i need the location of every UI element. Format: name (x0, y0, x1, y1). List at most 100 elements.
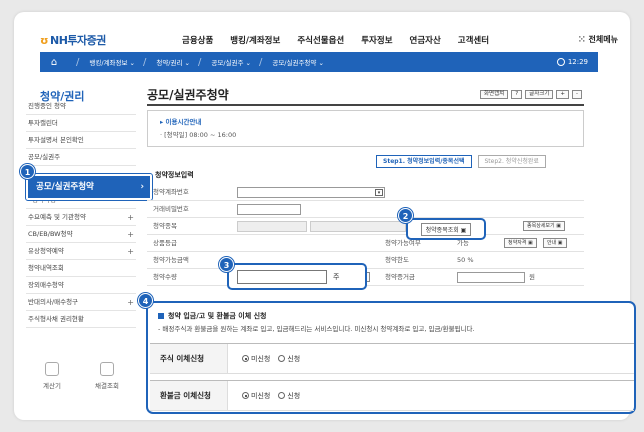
calculator-button[interactable]: 계산기 (43, 362, 61, 390)
quick-label: 채결조회 (95, 382, 119, 390)
password-label: 거래비밀번호 (153, 205, 189, 213)
nav-item-pension[interactable]: 연금자산 (410, 34, 441, 46)
plus-icon: + (127, 230, 134, 239)
limit-label: 청약가능금액 (153, 256, 189, 264)
step-1: Step1. 청약정보입력/종목선택 (376, 155, 472, 168)
deposit-label: 청약증거금 (385, 273, 415, 281)
trade-lookup-button[interactable]: 채결조회 (95, 362, 119, 390)
qty-label: 청약수량 (153, 273, 177, 281)
breadcrumb-item-rights[interactable]: 청약/권리 ⌄ (156, 57, 190, 67)
nav-item-banking[interactable]: 뱅킹/계좌정보 (230, 34, 280, 46)
sidebar-item[interactable]: 수요예측 및 기관청약 + (26, 209, 136, 226)
transfer-description: - 배정주식과 환불금을 원하는 계좌로 입고, 입금해드리는 서비스입니다. … (158, 325, 475, 333)
guide-button[interactable]: 안내 ▣ (543, 238, 567, 248)
item-code-field (237, 221, 307, 232)
sidebar-item[interactable]: 장외매수청약 (26, 277, 136, 294)
session-timer[interactable]: 12:29 (556, 58, 588, 66)
stock-transfer-no-radio[interactable]: 미신청 (242, 344, 270, 374)
sidebar-item[interactable]: CB/EB/BW청약 + (26, 226, 136, 243)
refund-transfer-yes-radio[interactable]: 신청 (278, 381, 300, 411)
item-name-field (310, 221, 406, 232)
all-menu-label: 전체메뉴 (588, 35, 618, 44)
breadcrumb-bar: ⌂ / 뱅킹/계좌정보 ⌄ / 청약/권리 ⌄ / 공모/실권주 ⌄ / 공모/… (40, 52, 598, 72)
sidebar-item-label: CB/EB/BW청약 (28, 230, 73, 238)
sidebar-item-label: 수요예측 및 기관청약 (28, 213, 86, 221)
row-item: 청약종목 종목상세보기 ▣ (147, 218, 584, 235)
deposit-unit: 원 (529, 273, 535, 281)
help-button[interactable]: ? (511, 90, 523, 99)
sidebar-item[interactable]: 공모/실권주 (26, 149, 136, 166)
breadcrumb-item-ipo-subscription[interactable]: 공모/실권주청약 ⌄ (272, 57, 324, 67)
account-select[interactable]: ▾ (237, 187, 385, 198)
stock-transfer-yes-radio[interactable]: 신청 (278, 344, 300, 374)
password-input[interactable] (237, 204, 301, 215)
nav-item-stocks[interactable]: 주식선물옵션 (297, 34, 344, 46)
stock-transfer-row: 주식 이체신청 미신청 신청 (150, 344, 634, 374)
logo-text: NH투자증권 (50, 34, 106, 47)
breadcrumb-item-banking[interactable]: 뱅킹/계좌정보 ⌄ (89, 57, 135, 67)
item-label: 청약종목 (153, 222, 177, 230)
sidebar-item[interactable]: 투자캘린더 (26, 115, 136, 132)
sidebar-item[interactable]: 진행중인 청약 (26, 98, 136, 115)
breadcrumb-separator: / (197, 56, 202, 68)
sidebar-item-label: 주식형사채 권리현황 (28, 315, 84, 323)
radio-icon (242, 355, 249, 362)
refund-transfer-radios: 미신청 신청 (242, 381, 300, 410)
sidebar-item-active[interactable]: 공모/실권주청약 › (25, 173, 153, 201)
logo-mark-icon: ʊ (40, 34, 49, 47)
nav-item-products[interactable]: 금융상품 (182, 34, 213, 46)
limit2-value: 50 % (457, 256, 474, 264)
quantity-input[interactable] (237, 270, 327, 284)
notice-heading-text: 이용시간안내 (165, 118, 202, 126)
limit2-label: 청약한도 (385, 256, 409, 264)
notice-text: · [청약일] 08:00 ~ 16:00 (160, 131, 237, 139)
home-icon[interactable]: ⌂ (40, 57, 68, 68)
radio-label: 신청 (287, 391, 301, 400)
radio-icon (278, 355, 286, 362)
refund-transfer-no-radio[interactable]: 미신청 (242, 381, 270, 411)
font-increase-button[interactable]: + (556, 90, 570, 99)
breadcrumb-label: 공모/실권주청약 (272, 59, 317, 67)
sidebar-item-label: 반대의사/매수청구 (28, 298, 79, 306)
sidebar-item-label: 청약내역조회 (28, 264, 64, 272)
sidebar-item[interactable]: 주식형사채 권리현황 (26, 311, 136, 328)
callout-item-lookup: 청약종목조회 ▣ (406, 218, 486, 240)
deposit-field (457, 272, 525, 283)
item-lookup-button[interactable]: 청약종목조회 ▣ (420, 222, 472, 236)
screen-capture-button[interactable]: 화면캡쳐 (480, 90, 509, 99)
calculator-icon (45, 362, 59, 376)
breadcrumb-label: 공모/실권주 (211, 59, 244, 67)
all-menu-button[interactable]: ⁙ 전체메뉴 (578, 34, 618, 45)
font-size-label: 글자크기 (525, 90, 554, 99)
nh-logo[interactable]: ʊ NH투자증권 (40, 32, 106, 48)
radio-icon (242, 392, 249, 399)
step-indicator: Step1. 청약정보입력/종목선택 Step2. 청약신청완료 (376, 155, 546, 168)
sidebar-menu: 진행중인 청약 투자캘린더 투자설명서 본인확인 공모/실권주 청약약정 수요예측 및 기… (26, 98, 136, 328)
breadcrumb-label: 뱅킹/계좌정보 (89, 59, 128, 67)
quantity-unit: 주 (333, 273, 340, 281)
font-decrease-button[interactable]: - (572, 90, 583, 99)
radio-label: 미신청 (251, 354, 271, 363)
sidebar-item[interactable]: 반대의사/매수청구 + (26, 294, 136, 311)
breadcrumb-item-ipo[interactable]: 공모/실권주 ⌄ (211, 57, 251, 67)
nav-item-customer[interactable]: 고객센터 (458, 34, 489, 46)
radio-icon (278, 392, 286, 399)
sidebar-item[interactable]: 투자설명서 본인확인 (26, 132, 136, 149)
breadcrumb-label: 청약/권리 (156, 59, 183, 67)
sidebar-item[interactable]: 청약내역조회 (26, 260, 136, 277)
sidebar-quick-buttons: 계산기 채결조회 (26, 362, 136, 390)
competition-button[interactable]: 청약자격 ▣ (504, 238, 537, 248)
clock-icon (556, 58, 565, 66)
item-detail-button[interactable]: 종목상세보기 ▣ (523, 221, 565, 231)
sidebar-item[interactable]: 유상청약예약 + (26, 243, 136, 260)
callout-transfer: 청약 입금/고 및 환불금 이체 신청 - 배정주식과 환불금을 원하는 계좌로… (146, 301, 636, 414)
breadcrumb-separator: / (76, 56, 80, 68)
nav-item-invest-info[interactable]: 투자정보 (361, 34, 392, 46)
item-detail-label: 종목상세보기 (527, 223, 555, 229)
session-time: 12:29 (567, 58, 588, 66)
sidebar-active-label: 공모/실권주청약 (36, 182, 94, 192)
guide-label: 안내 (547, 240, 557, 246)
transfer-title-text: 청약 입금/고 및 환불금 이체 신청 (168, 312, 267, 320)
refund-transfer-label: 환불금 이체신청 (150, 381, 228, 410)
top-navigation: 금융상품 뱅킹/계좌정보 주식선물옵션 투자정보 연금자산 고객센터 (182, 34, 506, 46)
